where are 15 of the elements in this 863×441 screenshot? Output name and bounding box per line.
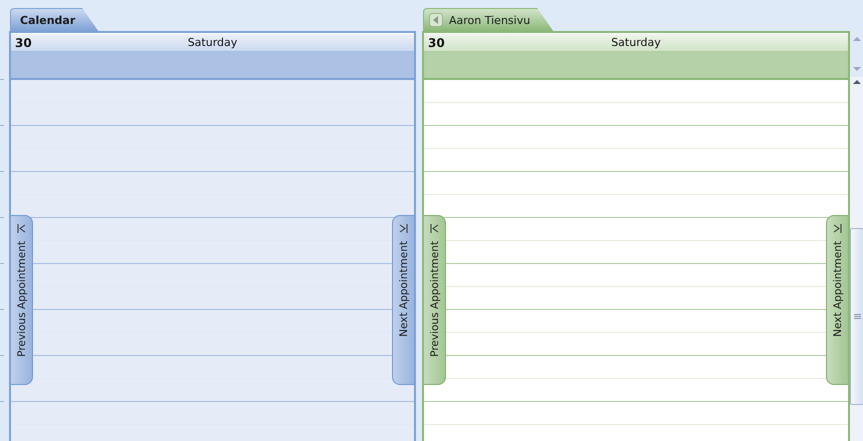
day-number: 30 [428,36,446,50]
next-appointment-button[interactable]: Next Appointment [392,215,414,385]
first-icon [430,224,439,233]
previous-appointment-button[interactable]: Previous Appointment [11,215,33,385]
next-appointment-button[interactable]: Next Appointment [826,215,848,385]
day-number: 30 [15,36,33,50]
first-icon [17,224,26,233]
calendar-tab[interactable]: Calendar [10,8,98,31]
day-name: Saturday [188,36,238,49]
scroll-thumb[interactable] [850,228,863,405]
calendar-tab[interactable]: Aaron Tiensivu [423,8,554,31]
last-icon [833,224,842,233]
last-icon [399,224,408,233]
day-name: Saturday [611,36,661,49]
previous-appointment-button[interactable]: Previous Appointment [424,215,446,385]
